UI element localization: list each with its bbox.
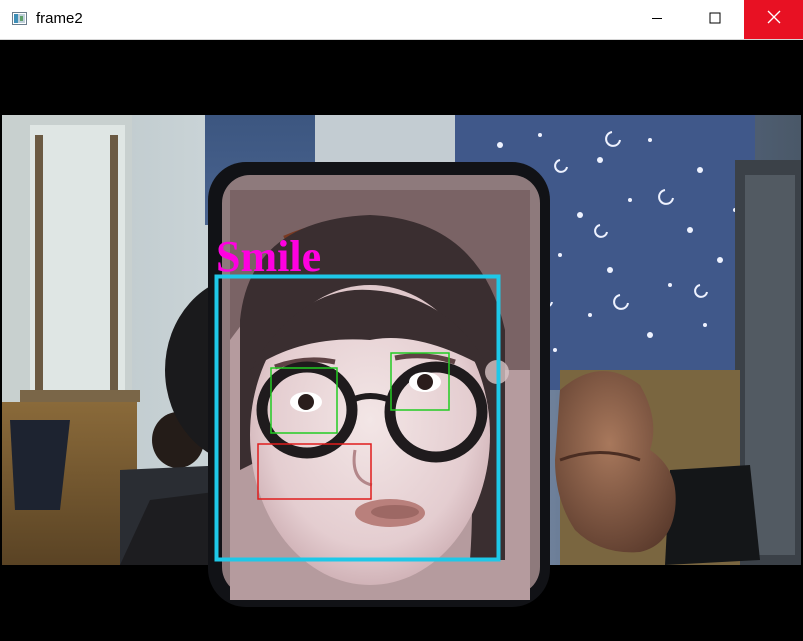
maximize-icon [709,11,721,29]
app-icon [12,12,27,25]
camera-image: Smile [0,40,803,641]
minimize-button[interactable] [628,0,686,39]
close-button[interactable] [744,0,803,39]
minimize-icon [651,11,663,29]
title-bar[interactable]: frame2 [0,0,803,40]
close-icon [767,10,781,29]
window-title: frame2 [36,10,83,27]
app-window: frame2 Smile [0,0,803,641]
smile-label: Smile [216,232,321,281]
video-frame: Smile [0,40,803,641]
maximize-button[interactable] [686,0,744,39]
